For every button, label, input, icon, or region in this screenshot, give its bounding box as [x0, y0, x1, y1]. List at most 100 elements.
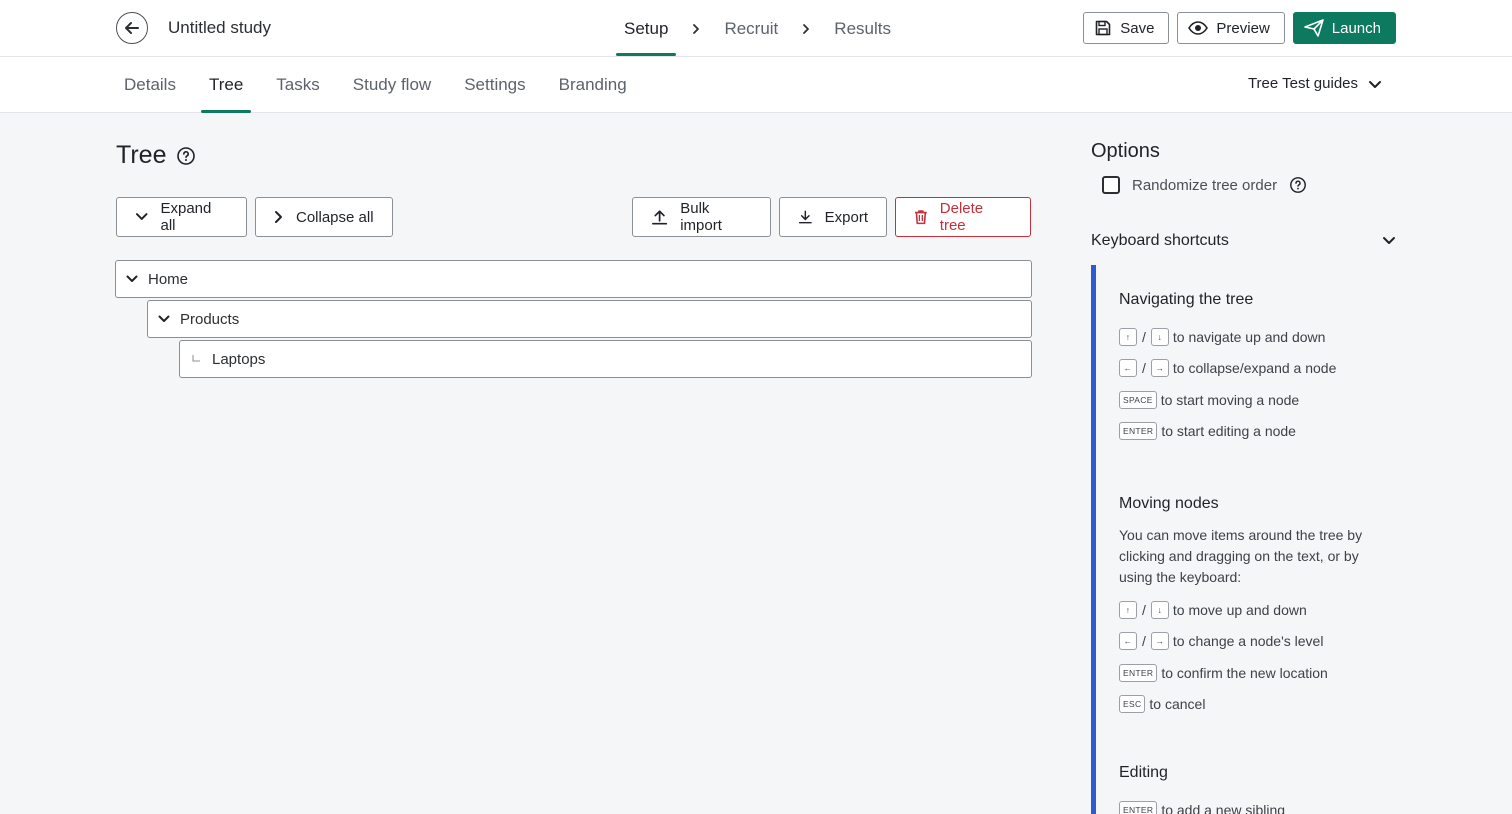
- trash-icon: [914, 210, 927, 225]
- expand-all-label: Expand all: [160, 200, 212, 234]
- back-button[interactable]: [116, 12, 148, 44]
- tab-study-flow[interactable]: Study flow: [345, 57, 439, 113]
- key-up: ↑: [1119, 600, 1137, 619]
- chevron-down-icon: [1369, 80, 1381, 88]
- tab-details[interactable]: Details: [116, 57, 184, 113]
- tree-node[interactable]: Home: [115, 260, 1032, 298]
- tree-test-guides-dropdown[interactable]: Tree Test guides: [1248, 75, 1382, 92]
- collapse-all-button[interactable]: Collapse all: [255, 197, 393, 237]
- shortcut-row: ↑ / ↓ to move up and down: [1119, 594, 1396, 626]
- chevron-right-icon: [676, 23, 716, 35]
- shortcut-row: ENTER to start editing a node: [1119, 416, 1396, 448]
- key-enter: ENTER: [1119, 800, 1158, 814]
- key-enter: ENTER: [1119, 663, 1158, 682]
- step-recruit[interactable]: Recruit: [716, 0, 786, 57]
- section-title: Moving nodes: [1119, 495, 1219, 512]
- launch-button[interactable]: Launch: [1292, 12, 1396, 44]
- key-down: ↓: [1150, 600, 1169, 619]
- help-icon[interactable]: [1289, 176, 1307, 194]
- tab-branding[interactable]: Branding: [551, 57, 635, 113]
- shortcut-text: to move up and down: [1172, 601, 1307, 618]
- save-icon: [1095, 20, 1111, 36]
- collapse-all-label: Collapse all: [296, 208, 374, 226]
- chevron-down-icon[interactable]: [116, 275, 148, 283]
- section-description: You can move items around the tree by cl…: [1119, 527, 1363, 585]
- shortcut-row: ENTER to confirm the new location: [1119, 657, 1396, 689]
- paper-plane-icon: [1303, 19, 1324, 37]
- study-title[interactable]: Untitled study: [168, 18, 271, 38]
- tree-node-label[interactable]: Home: [148, 271, 188, 288]
- shortcut-row: SPACE to start moving a node: [1119, 384, 1396, 416]
- launch-label: Launch: [1331, 19, 1381, 37]
- header-actions: Save Preview Launch: [1083, 12, 1396, 44]
- shortcut-text: to collapse/expand a node: [1172, 360, 1337, 377]
- bulk-import-button[interactable]: Bulk import: [632, 197, 771, 237]
- page-title: Tree: [116, 141, 196, 170]
- shortcut-text: to start editing a node: [1161, 423, 1296, 440]
- shortcut-row: ← / → to change a node's level: [1119, 626, 1396, 658]
- key-left: ←: [1119, 632, 1137, 651]
- tree-node-label[interactable]: Products: [180, 311, 239, 328]
- step-setup[interactable]: Setup: [616, 0, 677, 57]
- leaf-connector-icon: [180, 354, 212, 364]
- bulk-import-label: Bulk import: [680, 200, 722, 234]
- top-bar: Untitled study Setup Recruit Results Sav…: [0, 0, 1512, 57]
- shortcut-text: to change a node's level: [1172, 633, 1324, 650]
- tree-node[interactable]: Laptops: [179, 340, 1032, 378]
- save-label: Save: [1120, 19, 1155, 37]
- key-right: →: [1150, 359, 1169, 378]
- tab-settings[interactable]: Settings: [456, 57, 533, 113]
- shortcut-text: to add a new sibling: [1161, 801, 1286, 814]
- randomize-tree-order-option: Randomize tree order: [1102, 176, 1307, 194]
- preview-label: Preview: [1216, 19, 1270, 37]
- preview-button[interactable]: Preview: [1177, 12, 1285, 44]
- tab-tasks[interactable]: Tasks: [268, 57, 327, 113]
- tree-node-label[interactable]: Laptops: [212, 351, 265, 368]
- keyboard-shortcuts-title: Keyboard shortcuts: [1091, 232, 1229, 249]
- section-title: Editing: [1119, 764, 1168, 781]
- export-label: Export: [824, 208, 868, 226]
- shortcut-text: to start moving a node: [1160, 391, 1300, 408]
- save-button[interactable]: Save: [1083, 12, 1170, 44]
- sub-nav: Details Tree Tasks Study flow Settings B…: [0, 57, 1512, 113]
- shortcut-row: ENTER to add a new sibling: [1119, 794, 1396, 814]
- chevron-down-icon: [135, 213, 148, 220]
- delete-tree-label: Delete tree: [939, 200, 984, 234]
- export-button[interactable]: Export: [779, 197, 887, 237]
- key-esc: ESC: [1119, 695, 1146, 714]
- expand-all-button[interactable]: Expand all: [116, 197, 247, 237]
- randomize-checkbox[interactable]: [1102, 176, 1120, 194]
- shortcut-text: to confirm the new location: [1161, 664, 1328, 681]
- tree-node[interactable]: Products: [147, 300, 1032, 338]
- download-icon: [798, 210, 812, 224]
- key-space: SPACE: [1119, 390, 1157, 409]
- shortcut-text: to cancel: [1149, 696, 1206, 713]
- shortcut-text: to navigate up and down: [1172, 328, 1326, 345]
- key-up: ↑: [1119, 327, 1137, 346]
- key-down: ↓: [1150, 327, 1169, 346]
- tab-tree[interactable]: Tree: [200, 57, 252, 113]
- help-icon[interactable]: [176, 146, 196, 166]
- step-results[interactable]: Results: [826, 0, 899, 57]
- options-title: Options: [1091, 140, 1160, 162]
- randomize-label[interactable]: Randomize tree order: [1132, 177, 1277, 194]
- chevron-right-icon: [275, 211, 282, 223]
- keyboard-shortcuts-toggle[interactable]: Keyboard shortcuts: [1091, 232, 1396, 250]
- key-right: →: [1150, 632, 1169, 651]
- upload-icon: [652, 210, 668, 225]
- guides-label: Tree Test guides: [1247, 75, 1358, 92]
- chevron-down-icon: [1383, 237, 1395, 244]
- shortcut-row: ← / → to collapse/expand a node: [1119, 353, 1396, 385]
- tab-list: Details Tree Tasks Study flow Settings B…: [116, 57, 652, 113]
- chevron-down-icon[interactable]: [148, 315, 180, 323]
- shortcut-row: ↑ / ↓ to navigate up and down: [1119, 321, 1396, 353]
- arrow-left-icon: [125, 22, 139, 34]
- chevron-right-icon: [786, 23, 826, 35]
- section-title: Navigating the tree: [1119, 291, 1254, 308]
- key-left: ←: [1119, 359, 1137, 378]
- key-enter: ENTER: [1119, 422, 1158, 441]
- tree-title: Tree: [116, 141, 167, 169]
- keyboard-shortcuts-panel: Navigating the tree ↑ / ↓ to navigate up a…: [1091, 265, 1396, 814]
- delete-tree-button[interactable]: Delete tree: [895, 197, 1031, 237]
- eye-icon: [1188, 21, 1209, 35]
